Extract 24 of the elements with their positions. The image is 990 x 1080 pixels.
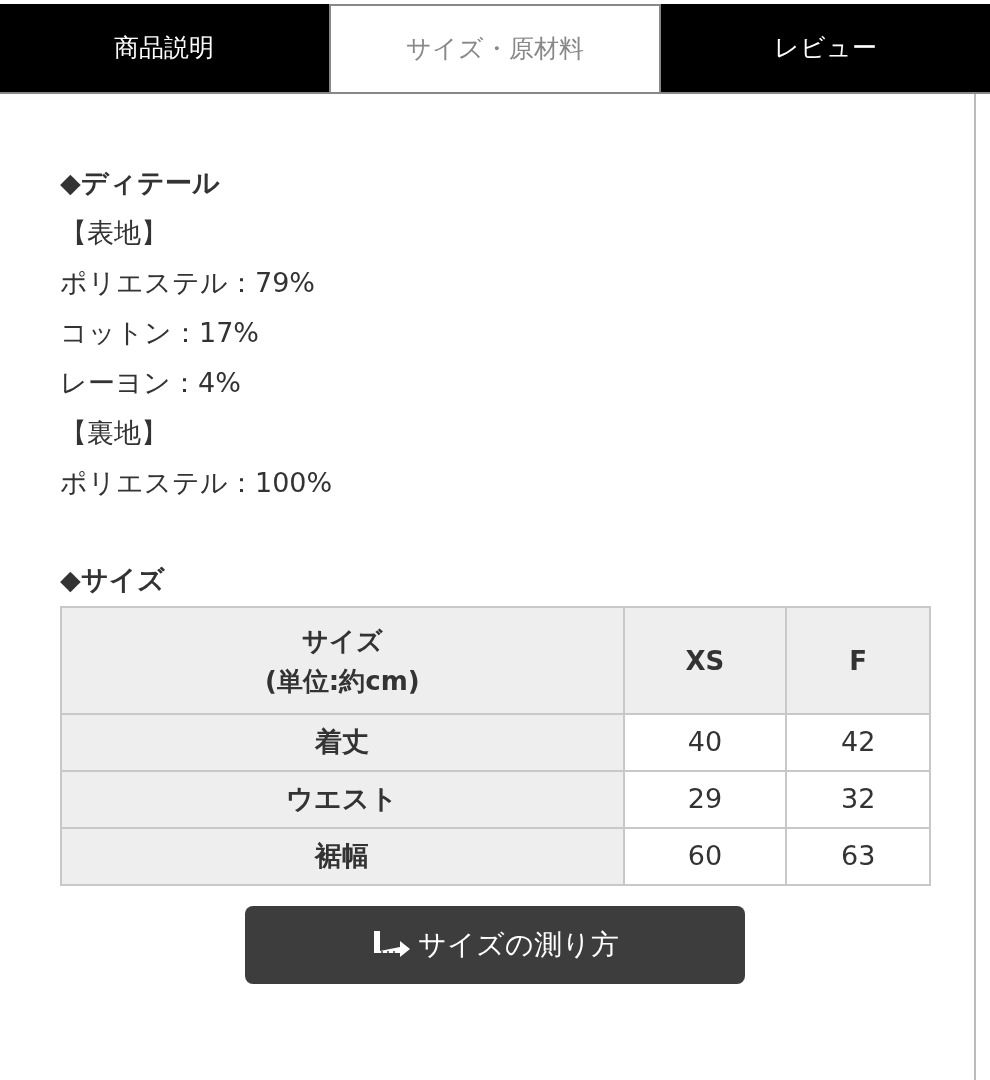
material-line: ポリエステル：79% (60, 266, 315, 300)
row-header: 着丈 (61, 714, 624, 771)
row-header: ウエスト (61, 771, 624, 828)
column-header: サイズ (単位:約cm) (61, 607, 624, 714)
table-cell: 29 (623, 771, 787, 828)
row-header: 裾幅 (61, 828, 624, 885)
table-cell: 60 (623, 828, 787, 885)
material-line: 【表地】 (60, 216, 168, 250)
column-header: XS (623, 607, 787, 714)
material-line: レーヨン：4% (60, 366, 241, 400)
tab[interactable]: サイズ・原材料 (328, 4, 662, 92)
material-line: コットン：17% (60, 316, 259, 350)
material-line: 【裏地】 (60, 416, 168, 450)
section-heading: ◆ディテール (60, 166, 221, 200)
section-heading: ◆サイズ (60, 563, 166, 597)
material-line: ポリエステル：100% (60, 466, 333, 500)
tab[interactable]: 商品説明 (0, 4, 329, 92)
table-cell: 32 (786, 771, 930, 828)
column-header: F (786, 607, 930, 714)
tab[interactable]: レビュー (661, 4, 990, 92)
table-cell: 40 (623, 714, 787, 771)
table-cell: 42 (786, 714, 930, 771)
table-cell: 63 (786, 828, 930, 885)
size-guide-button[interactable]: サイズの測り方 (245, 906, 745, 984)
